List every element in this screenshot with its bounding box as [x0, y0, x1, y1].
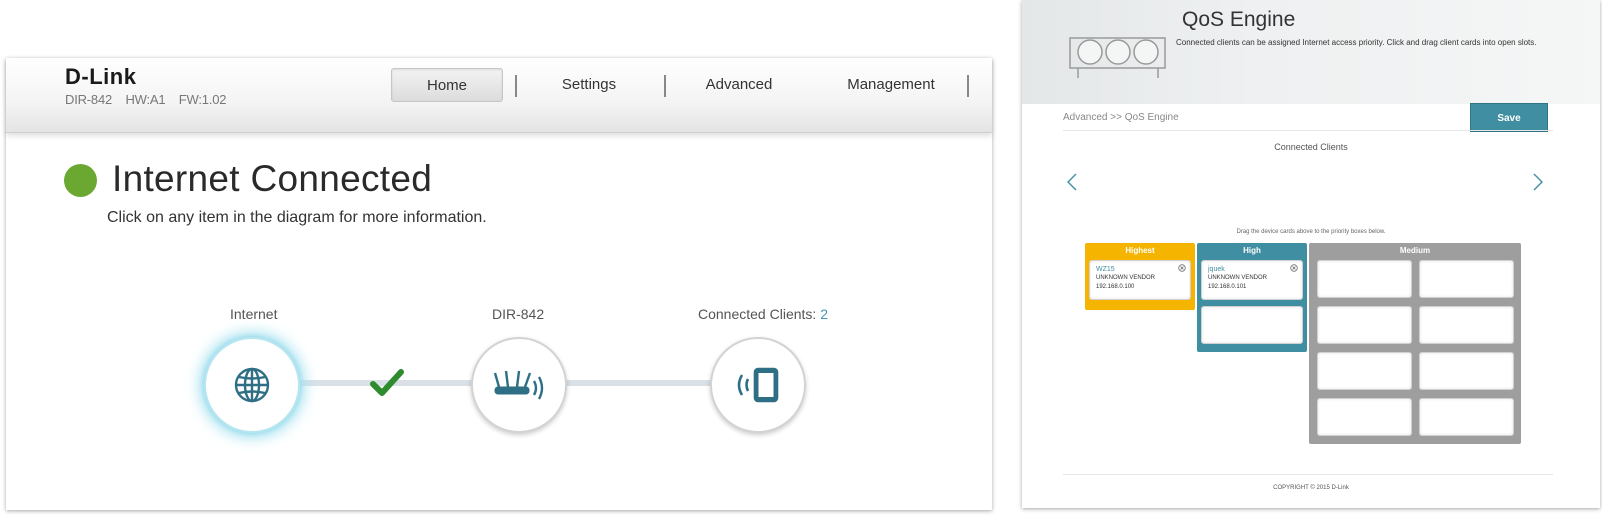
- chevron-left-icon[interactable]: [1066, 172, 1078, 192]
- router-icon: [493, 370, 544, 400]
- router-clients-link: [561, 380, 721, 386]
- nav-separator: [967, 75, 969, 97]
- hardware-version: HW:A1: [125, 92, 166, 107]
- copyright: COPYRIGHT © 2015 D-Link: [1273, 485, 1349, 491]
- nav-settings[interactable]: Settings: [533, 68, 645, 102]
- qos-illustration-icon: [1069, 37, 1166, 78]
- empty-slot[interactable]: [1419, 260, 1514, 298]
- empty-slot[interactable]: [1317, 398, 1412, 436]
- nav-separator: [664, 75, 666, 97]
- empty-slot[interactable]: [1317, 260, 1412, 298]
- dlink-logo: D-Link: [65, 64, 137, 89]
- empty-slot[interactable]: [1419, 398, 1514, 436]
- internet-label: Internet: [230, 306, 278, 322]
- tablet-wireless-icon: [737, 367, 779, 403]
- empty-slot[interactable]: [1419, 352, 1514, 390]
- model-name: DIR-842: [65, 92, 113, 107]
- chevron-right-icon[interactable]: [1532, 172, 1544, 192]
- drag-hint: Drag the device cards above to the prior…: [1236, 229, 1386, 235]
- router-label: DIR-842: [492, 306, 545, 322]
- nav-advanced[interactable]: Advanced: [683, 68, 795, 102]
- priority-label-highest: Highest: [1125, 246, 1155, 255]
- nav-home[interactable]: Home: [391, 68, 503, 102]
- client-vendor: UNKNOWN VENDOR: [1208, 275, 1268, 281]
- empty-slot[interactable]: [1419, 306, 1514, 344]
- globe-icon: [234, 367, 270, 403]
- priority-box-highest[interactable]: Highest WZ15 UNKNOWN VENDOR 192.168.0.10…: [1085, 243, 1195, 310]
- status-indicator: [64, 164, 97, 197]
- close-icon[interactable]: [1178, 264, 1186, 272]
- breadcrumb[interactable]: Advanced >> QoS Engine: [1063, 112, 1179, 123]
- divider: [1063, 474, 1553, 475]
- client-vendor: UNKNOWN VENDOR: [1096, 275, 1156, 281]
- priority-label-medium: Medium: [1399, 246, 1431, 255]
- checkmark-icon: [370, 369, 404, 396]
- priority-box-high[interactable]: High jquek UNKNOWN VENDOR 192.168.0.101: [1197, 243, 1307, 352]
- client-card[interactable]: jquek UNKNOWN VENDOR 192.168.0.101: [1201, 260, 1303, 300]
- clients-node[interactable]: [710, 337, 806, 433]
- qos-banner: QoS Engine Connected clients can be assi…: [1022, 0, 1600, 104]
- save-button[interactable]: Save: [1470, 103, 1548, 132]
- page-description: Connected clients can be assigned Intern…: [1176, 38, 1537, 47]
- page-title: QoS Engine: [1182, 8, 1296, 31]
- priority-label-high: High: [1243, 246, 1261, 255]
- client-card[interactable]: WZ15 UNKNOWN VENDOR 192.168.0.100: [1089, 260, 1191, 300]
- status-title: Internet Connected: [112, 158, 433, 199]
- connected-clients-title: Connected Clients: [1274, 142, 1348, 152]
- client-ip: 192.168.0.100: [1096, 284, 1135, 290]
- clients-label-text: Connected Clients:: [698, 306, 817, 322]
- firmware-version: FW:1.02: [178, 92, 227, 107]
- close-icon[interactable]: [1290, 264, 1298, 272]
- qos-panel: QoS Engine Connected clients can be assi…: [1022, 0, 1600, 508]
- divider: [1063, 130, 1553, 131]
- router-node[interactable]: [471, 337, 567, 433]
- clients-count[interactable]: 2: [820, 306, 828, 322]
- clients-label: Connected Clients: 2: [698, 306, 828, 322]
- status-subtitle: Click on any item in the diagram for mor…: [107, 209, 487, 226]
- priority-box-medium[interactable]: Medium: [1309, 243, 1521, 444]
- empty-slot[interactable]: [1317, 306, 1412, 344]
- nav-management[interactable]: Management: [826, 68, 956, 102]
- client-name: WZ15: [1096, 266, 1115, 273]
- header-bar: D-Link DIR-842 HW:A1 FW:1.02 Home Settin…: [6, 58, 992, 133]
- client-name: jquek: [1208, 266, 1225, 273]
- empty-slot[interactable]: [1317, 352, 1412, 390]
- nav-separator: [515, 75, 517, 97]
- internet-node[interactable]: [204, 337, 300, 433]
- empty-slot[interactable]: [1201, 306, 1303, 344]
- home-panel: D-Link DIR-842 HW:A1 FW:1.02 Home Settin…: [6, 58, 992, 510]
- device-info: DIR-842 HW:A1 FW:1.02: [65, 92, 236, 107]
- client-ip: 192.168.0.101: [1208, 284, 1247, 290]
